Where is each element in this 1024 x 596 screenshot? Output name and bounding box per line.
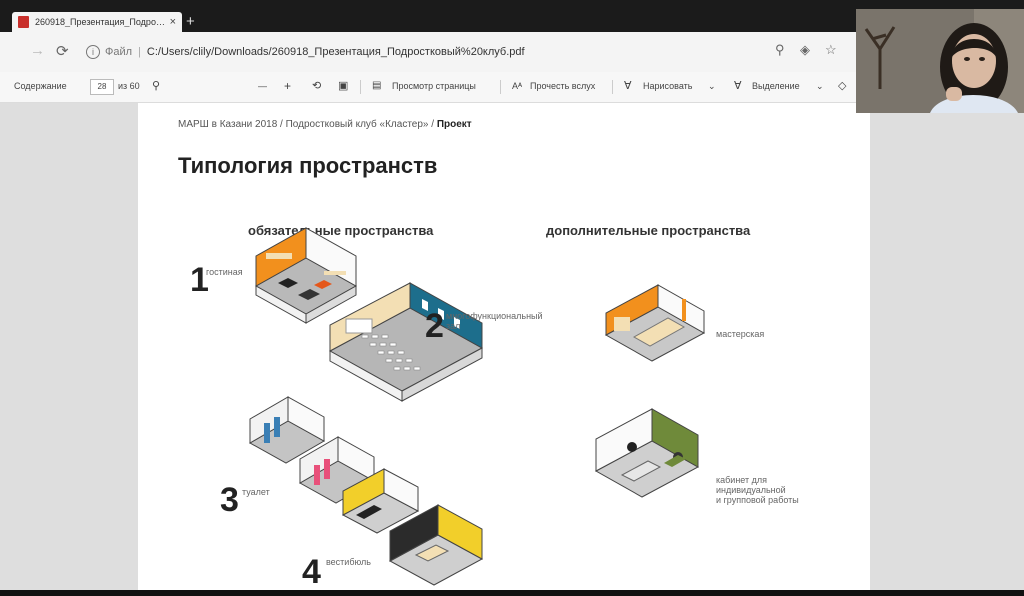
zoom-out-button[interactable]: —: [258, 81, 267, 91]
space-label-workshop: мастерская: [716, 329, 765, 339]
page-view-button[interactable]: Просмотр страницы: [392, 81, 476, 91]
space-label-living: гостиная: [206, 267, 243, 277]
browser-window: 260918_Презентация_Подростк × + → ⟳ i Фа…: [0, 0, 1024, 596]
toolbar-divider: [612, 80, 613, 94]
refresh-icon[interactable]: ⟳: [56, 42, 69, 60]
draw-button[interactable]: Нарисовать: [643, 81, 692, 91]
space-label-line: кабинет для: [716, 475, 767, 485]
favorite-star-icon[interactable]: ☆: [825, 42, 837, 58]
draw-icon[interactable]: ∀: [624, 79, 632, 92]
new-tab-button[interactable]: +: [186, 13, 195, 31]
space-label-lobby: вестибюль: [326, 557, 371, 567]
space-label-toilet: туалет: [242, 487, 270, 497]
page-total: из 60: [118, 81, 140, 91]
workshop-illustration: [604, 284, 706, 362]
bottom-edge: [0, 590, 1024, 596]
read-aloud-button[interactable]: Прочесть вслух: [530, 81, 595, 91]
space-label-line: и групповой работы: [716, 495, 799, 505]
tab-title: 260918_Презентация_Подростк: [35, 17, 166, 27]
find-icon[interactable]: ⚲: [152, 79, 160, 92]
address-path: C:/Users/clily/Downloads/260918_Презента…: [146, 46, 525, 58]
read-mode-icon[interactable]: ◈: [800, 42, 810, 58]
office-illustration: [594, 408, 700, 498]
eraser-icon[interactable]: ◇: [838, 79, 846, 92]
rotate-icon[interactable]: ⟲: [312, 79, 321, 92]
highlight-button[interactable]: Выделение: [752, 81, 800, 91]
page-view-icon[interactable]: ▤: [372, 80, 381, 91]
read-aloud-icon[interactable]: Aᴬ: [512, 81, 522, 91]
info-icon[interactable]: i: [86, 45, 100, 59]
address-divider: |: [138, 46, 141, 58]
space-label-hall: многофункциональный зал: [446, 311, 543, 331]
tab-pdf-document[interactable]: 260918_Презентация_Подростк ×: [12, 12, 182, 32]
space-label-office: кабинет для индивидуальной и групповой р…: [716, 475, 799, 505]
fit-page-icon[interactable]: ▣: [338, 79, 348, 92]
pdf-page: МАРШ в Казани 2018 / Подростковый клуб «…: [138, 103, 870, 590]
presenter-video-icon: [856, 9, 1024, 113]
toolbar-divider: [500, 80, 501, 94]
highlight-chevron-down-icon[interactable]: ⌄: [816, 81, 824, 92]
space-label-line: зал: [446, 321, 461, 331]
space-number: 3: [220, 481, 239, 519]
contents-button[interactable]: Содержание: [14, 81, 67, 91]
webcam-overlay: [856, 9, 1024, 113]
zoom-in-button[interactable]: +: [284, 79, 291, 93]
highlight-icon[interactable]: ∀: [734, 79, 742, 92]
space-label-line: индивидуальной: [716, 485, 786, 495]
address-bar[interactable]: i Файл | C:/Users/clily/Downloads/260918…: [86, 41, 786, 63]
search-icon[interactable]: ⚲: [775, 42, 785, 58]
page-number-input[interactable]: 28: [90, 79, 114, 95]
toolbar-divider: [360, 80, 361, 94]
pdf-viewport[interactable]: МАРШ в Казани 2018 / Подростковый клуб «…: [0, 103, 1024, 596]
draw-chevron-down-icon[interactable]: ⌄: [708, 81, 716, 92]
isometric-illustrations: [248, 227, 706, 586]
space-label-line: многофункциональный: [446, 311, 543, 321]
multifunction-hall-illustration: [328, 282, 484, 402]
address-scheme: Файл: [105, 46, 133, 58]
living-room-illustration: [254, 227, 358, 324]
back-arrow-icon[interactable]: →: [30, 42, 45, 59]
pdf-file-icon: [18, 16, 29, 28]
space-number: 4: [302, 553, 321, 590]
tab-close-button[interactable]: ×: [170, 16, 176, 28]
space-number: 2: [425, 307, 444, 345]
